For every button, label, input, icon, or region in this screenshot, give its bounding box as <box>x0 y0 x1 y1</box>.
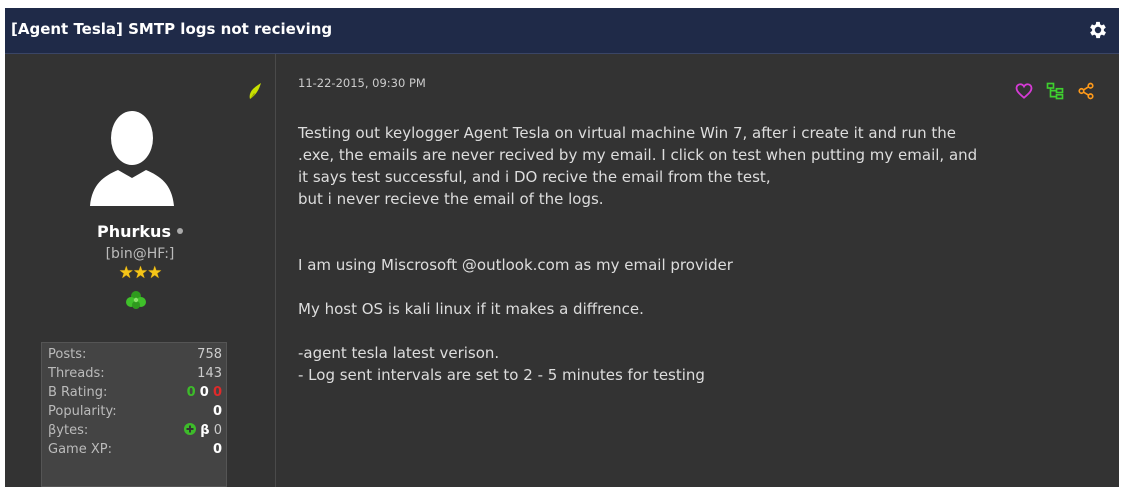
rank-stars: ★★★ <box>118 263 163 283</box>
post-line: I am using Miscrosoft @outlook.com as my… <box>298 256 733 274</box>
clover-icon <box>126 291 146 309</box>
heart-icon[interactable] <box>1015 82 1033 100</box>
post-line: -agent tesla latest verison. <box>298 344 500 362</box>
b-rating-positive: 0 <box>186 385 196 400</box>
post-date[interactable]: 11-22-2015, 09:30 PM <box>298 76 426 90</box>
post-body: Testing out keylogger Agent Tesla on vir… <box>298 122 1098 386</box>
stat-label: Popularity: <box>48 404 117 419</box>
posts-count[interactable]: 758 <box>197 345 222 364</box>
online-status-dot <box>176 227 183 234</box>
stat-label: Threads: <box>48 366 105 381</box>
post-line: My host OS is kali linux if it makes a d… <box>298 300 644 318</box>
username[interactable]: Phurkus <box>97 222 171 241</box>
plus-circle-icon[interactable] <box>184 423 197 435</box>
post-line: but i never recieve the email of the log… <box>298 190 604 208</box>
b-rating-negative: 0 <box>212 385 222 400</box>
stat-threads: Threads: 143 <box>48 364 222 383</box>
stat-bytes: βytes: β 0 <box>48 421 222 440</box>
sitemap-icon[interactable] <box>1046 82 1064 100</box>
post-line: it says test successful, and i DO recive… <box>298 168 771 186</box>
post-actions <box>1015 82 1095 100</box>
b-rating-neutral: 0 <box>199 385 209 400</box>
post-line: .exe, the emails are never recived by my… <box>298 146 978 164</box>
user-title: [bin@HF:] <box>105 246 175 262</box>
post-container: [Agent Tesla] SMTP logs not recieving Ph… <box>5 8 1119 487</box>
stat-posts: Posts: 758 <box>48 345 222 364</box>
pencil-icon[interactable] <box>247 82 263 100</box>
author-panel: Phurkus [bin@HF:] ★★★ Posts: 758 Threads… <box>5 54 276 487</box>
username-block: Phurkus <box>5 222 275 241</box>
popularity-value[interactable]: 0 <box>213 402 222 421</box>
b-rating-values[interactable]: 0 0 0 <box>187 383 222 402</box>
gear-icon[interactable] <box>1087 19 1109 41</box>
stat-game-xp: Game XP: 0 <box>48 440 222 459</box>
avatar[interactable] <box>90 110 174 206</box>
beta-symbol: β <box>200 423 210 438</box>
game-xp-value: 0 <box>212 442 222 457</box>
post-content: 11-22-2015, 09:30 PM Testing out keylogg… <box>276 54 1119 487</box>
user-stats: Posts: 758 Threads: 143 B Rating: 0 0 0 … <box>41 342 227 487</box>
stat-label: βytes: <box>48 423 89 438</box>
thread-header: [Agent Tesla] SMTP logs not recieving <box>5 8 1119 54</box>
post-line: Testing out keylogger Agent Tesla on vir… <box>298 124 956 142</box>
thread-title: [Agent Tesla] SMTP logs not recieving <box>11 20 333 38</box>
stat-label: B Rating: <box>48 385 108 400</box>
threads-count[interactable]: 143 <box>197 364 222 383</box>
post-line: - Log sent intervals are set to 2 - 5 mi… <box>298 366 705 384</box>
share-icon[interactable] <box>1077 82 1095 100</box>
bytes-value: 0 <box>213 423 222 438</box>
stat-label: Posts: <box>48 347 87 362</box>
stat-b-rating: B Rating: 0 0 0 <box>48 383 222 402</box>
stat-popularity: Popularity: 0 <box>48 402 222 421</box>
stat-label: Game XP: <box>48 442 112 457</box>
bytes-values: β 0 <box>184 421 222 440</box>
